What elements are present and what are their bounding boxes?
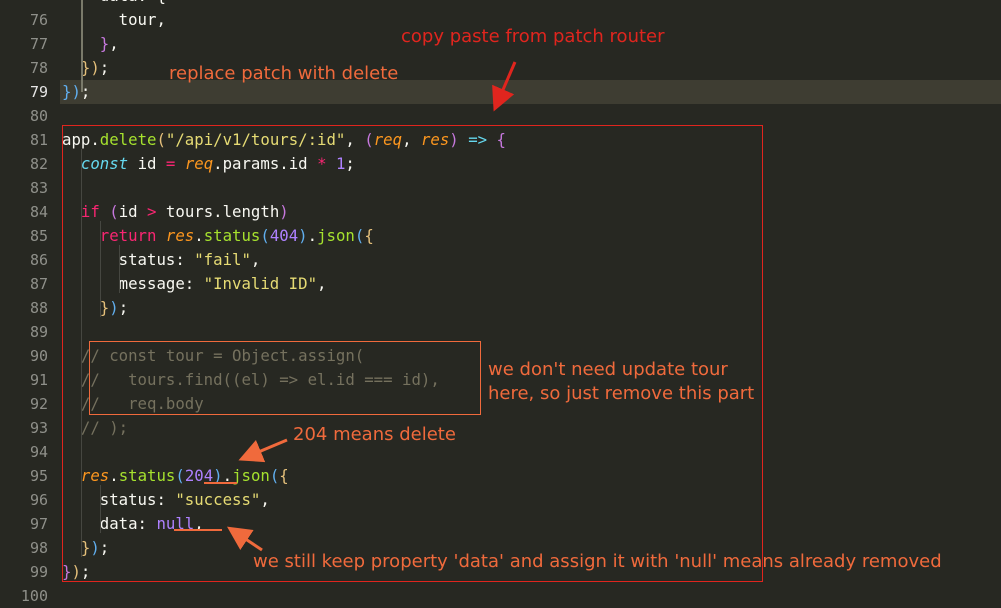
arrow-to-204 — [238, 438, 288, 463]
arrow-to-delete-route — [492, 61, 517, 112]
annotation-arrows — [227, 61, 517, 552]
arrow-to-null — [227, 526, 263, 552]
